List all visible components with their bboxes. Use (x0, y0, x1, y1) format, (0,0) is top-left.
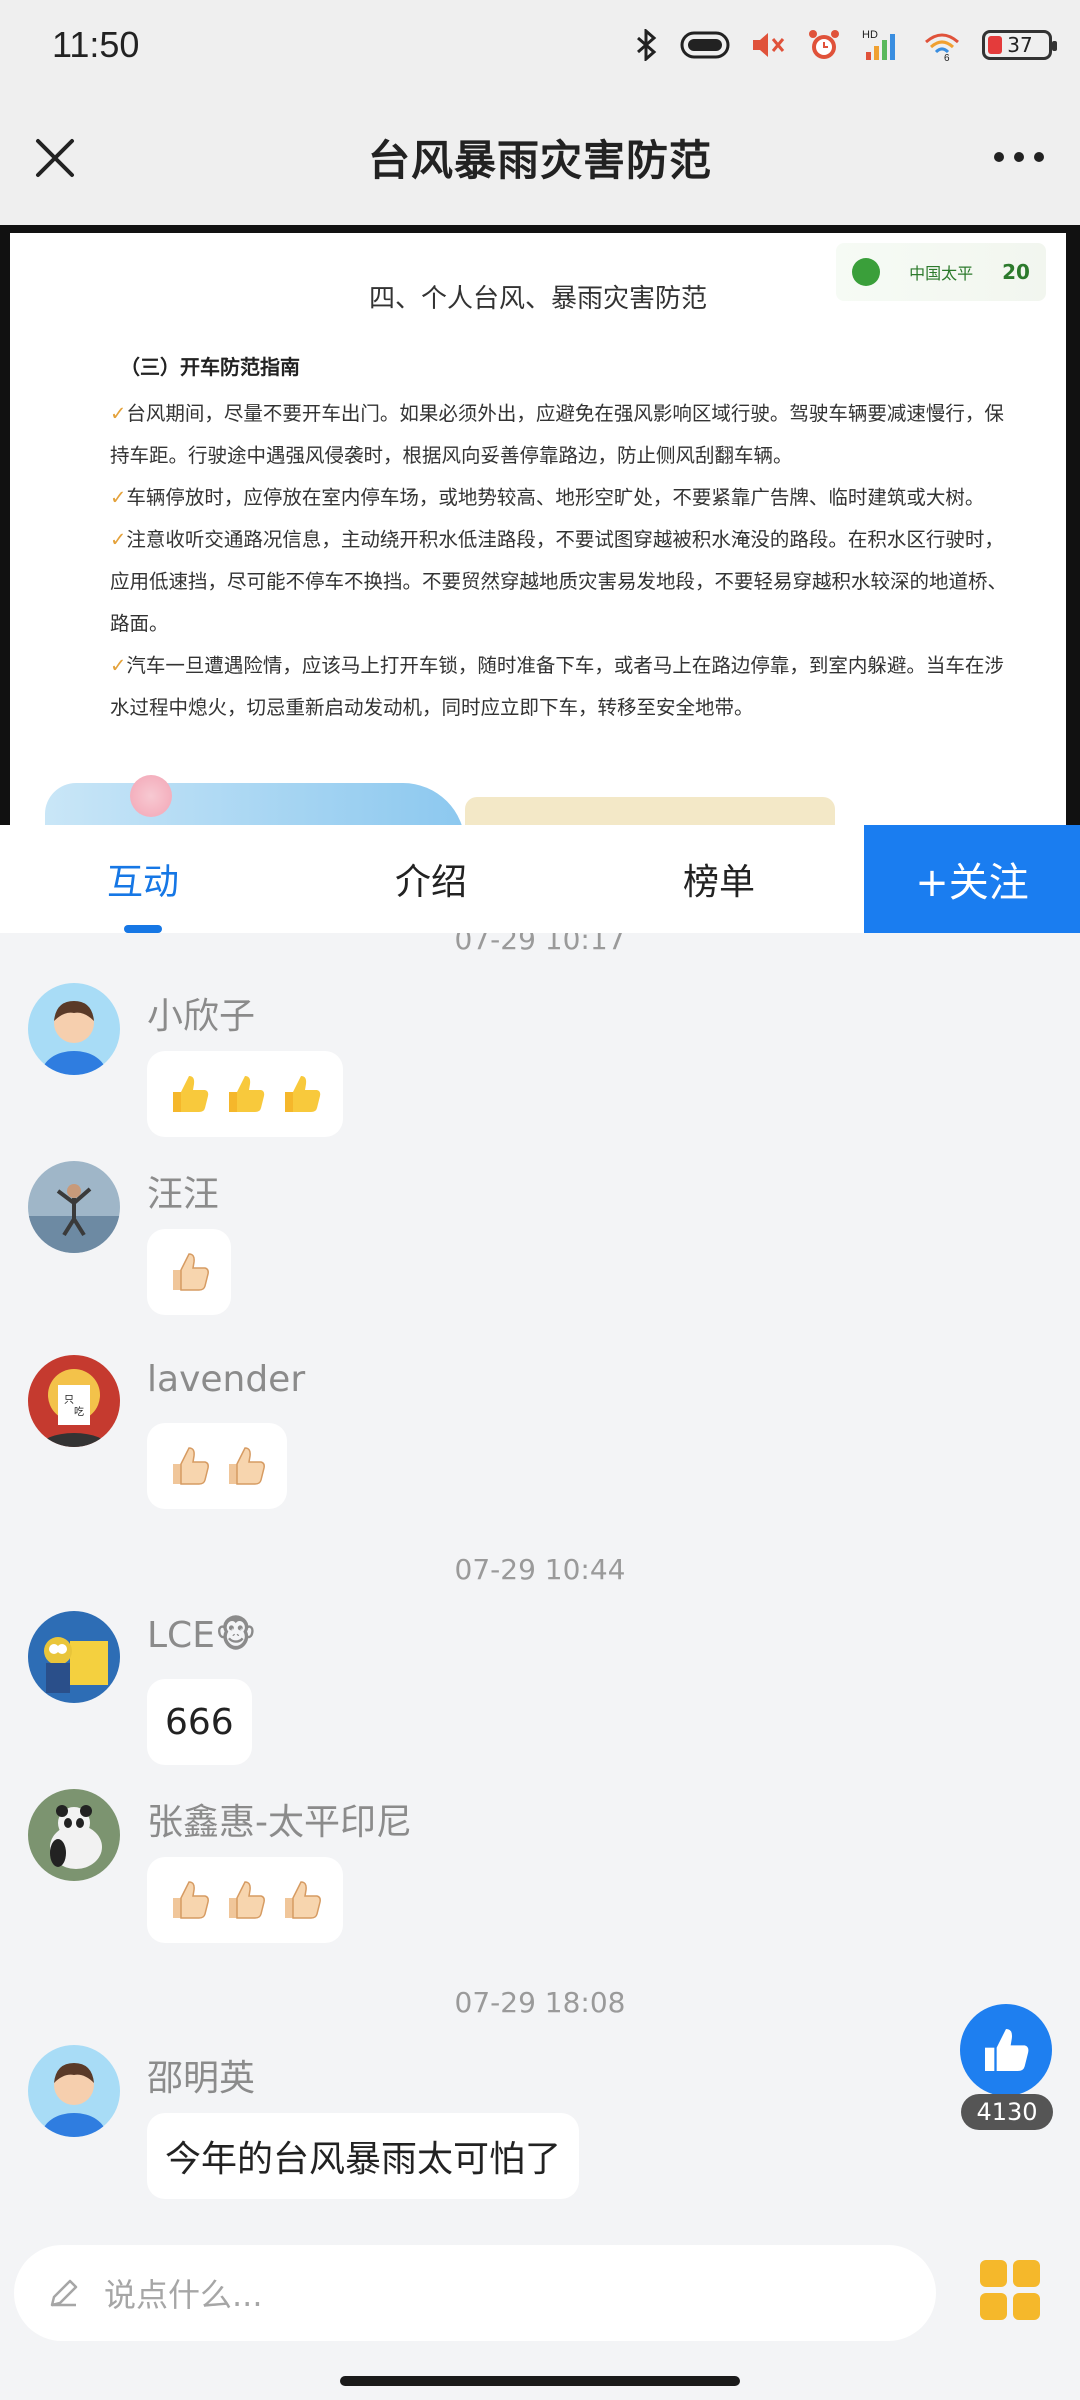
thumbs-up-group (165, 1876, 325, 1924)
document-banner (35, 775, 1045, 825)
document-page: 中国太平 20 四、个人台风、暴雨灾害防范 （三）开车防范指南 ✓台风期间，尽量… (10, 233, 1066, 825)
user-name: 小欣子 (147, 996, 256, 1037)
avatar[interactable] (28, 1161, 120, 1253)
user-name: 张鑫惠-太平印尼 (147, 1802, 412, 1843)
thumbs-up-group (165, 1070, 325, 1118)
tab-interaction[interactable]: 互动 (60, 825, 226, 933)
avatar[interactable] (28, 1789, 120, 1881)
avatar[interactable] (28, 2045, 120, 2137)
message-bubble: 今年的台风暴雨太可怕了 (147, 2113, 580, 2199)
thumbs-up-icon (285, 1076, 321, 1112)
thumbs-up-icon (173, 1076, 209, 1112)
chat-timestamp: 07-29 10:17 (454, 933, 626, 956)
chat-list[interactable]: 07-29 10:17 小欣子 汪汪 只吃 lavender 07-29 10:… (0, 933, 1080, 2220)
toggle-icon (680, 31, 730, 59)
page-title: 台风暴雨灾害防范 (367, 136, 712, 185)
battery-level: 37 (1007, 33, 1033, 57)
status-bar: 11:50 HD 6 37 (0, 0, 1080, 90)
document-paragraph: ✓注意收听交通路况信息，主动绕开积水低洼路段，不要试图穿越被积水淹没的路段。在积… (110, 528, 1008, 635)
tab-intro[interactable]: 介绍 (348, 825, 514, 933)
message-bubble (147, 1051, 343, 1137)
battery-icon: 37 (982, 30, 1057, 60)
status-icons: HD 6 37 (634, 27, 1057, 63)
signal-icon: HD (862, 28, 902, 62)
home-indicator (340, 2376, 740, 2386)
thumbs-up-icon (229, 1447, 265, 1485)
status-time: 11:50 (52, 24, 140, 65)
thumbs-up-icon (173, 1253, 209, 1291)
avatar[interactable] (28, 983, 120, 1075)
mute-icon (750, 29, 786, 61)
menu-grid-icon[interactable] (980, 2260, 1040, 2320)
document-paragraph: ✓汽车一旦遭遇险情，应该马上打开车锁，随时准备下车，或者马上在路边停靠，到室内躲… (110, 654, 1004, 719)
thumbs-up-group (165, 1248, 213, 1296)
document-preview[interactable]: 中国太平 20 四、个人台风、暴雨灾害防范 （三）开车防范指南 ✓台风期间，尽量… (0, 225, 1080, 825)
follow-button[interactable]: +关注 (864, 825, 1080, 933)
message-bubble: 666 (147, 1679, 252, 1765)
chat-timestamp: 07-29 10:44 (454, 1553, 626, 1586)
svg-text:只: 只 (64, 1395, 74, 1406)
like-count: 4130 (961, 2094, 1053, 2130)
document-heading: 四、个人台风、暴雨灾害防范 (368, 284, 707, 314)
tab-active-indicator (124, 925, 162, 933)
thumbs-up-icon (229, 1881, 265, 1919)
message-bubble (147, 1423, 287, 1509)
bottom-input-bar: 说点什么... (0, 2220, 1080, 2400)
message-bubble (147, 1857, 343, 1943)
comment-input[interactable]: 说点什么... (14, 2245, 936, 2341)
pencil-icon (50, 2279, 78, 2307)
chat-timestamp: 07-29 18:08 (454, 1986, 626, 2019)
alarm-icon (806, 27, 842, 63)
title-bar: 台风暴雨灾害防范 (0, 90, 1080, 225)
close-icon[interactable] (32, 135, 78, 181)
document-body: ✓台风期间，尽量不要开车出门。如果必须外出，应避免在强风影响区域行驶。驾驶车辆要… (110, 393, 1010, 729)
bluetooth-icon (634, 29, 660, 61)
tab-ranking[interactable]: 榜单 (636, 825, 802, 933)
svg-text:6: 6 (944, 53, 950, 62)
wifi-icon: 6 (922, 28, 962, 62)
document-paragraph: ✓台风期间，尽量不要开车出门。如果必须外出，应避免在强风影响区域行驶。驾驶车辆要… (110, 402, 1004, 467)
user-name: lavender (147, 1359, 306, 1400)
document-subheading: （三）开车防范指南 (120, 355, 300, 379)
thumbs-up-icon (173, 1447, 209, 1485)
like-button[interactable] (960, 2004, 1052, 2096)
flower-icon (130, 775, 172, 817)
message-bubble (147, 1229, 231, 1315)
avatar[interactable] (28, 1611, 120, 1703)
like-icon (985, 2029, 1029, 2071)
user-name: LCE🐵 (147, 1615, 257, 1656)
more-icon[interactable] (994, 152, 1044, 162)
avatar[interactable]: 只吃 (28, 1355, 120, 1447)
thumbs-up-group (165, 1442, 269, 1490)
svg-text:HD: HD (862, 29, 878, 41)
user-name: 邵明英 (147, 2058, 256, 2099)
document-paragraph: ✓车辆停放时，应停放在室内停车场，或地势较高、地形空旷处，不要紧靠广告牌、临时建… (110, 486, 985, 509)
thumbs-up-icon (285, 1881, 321, 1919)
comment-placeholder: 说点什么... (104, 2276, 263, 2314)
thumbs-up-icon (229, 1076, 265, 1112)
thumbs-up-icon (173, 1881, 209, 1919)
user-name: 汪汪 (147, 1174, 220, 1215)
svg-text:吃: 吃 (74, 1405, 84, 1418)
